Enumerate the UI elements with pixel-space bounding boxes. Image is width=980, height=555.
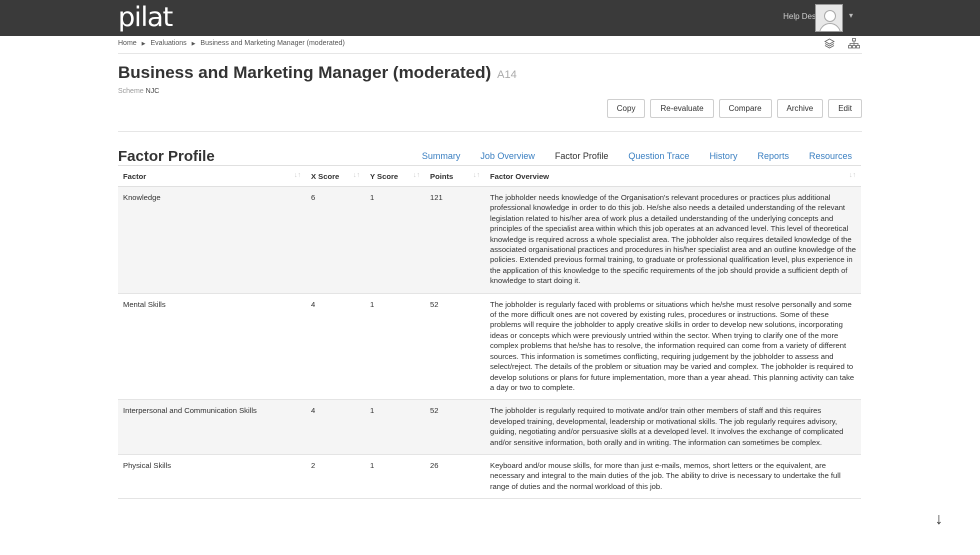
scheme-line: Scheme NJC bbox=[118, 88, 159, 95]
breadcrumb-evaluations[interactable]: Evaluations bbox=[150, 40, 186, 47]
cell-points: 52 bbox=[425, 293, 485, 401]
column-header-factor-overview[interactable]: Factor Overview ↓↑ bbox=[485, 165, 861, 187]
layers-icon[interactable] bbox=[824, 38, 838, 52]
page-header: Business and Marketing Manager (moderate… bbox=[118, 54, 862, 132]
cell-overview: The jobholder is regularly faced with pr… bbox=[485, 293, 861, 401]
sort-icon[interactable]: ↓↑ bbox=[413, 172, 420, 179]
cell-points: 52 bbox=[425, 399, 485, 455]
cell-y-score: 1 bbox=[365, 186, 425, 294]
cell-points: 26 bbox=[425, 454, 485, 500]
edit-button[interactable]: Edit bbox=[828, 99, 862, 118]
table-header-row: Factor ↓↑ X Score ↓↑ Y Score ↓↑ Points ↓↑ Fa… bbox=[118, 165, 861, 187]
column-header-y-score[interactable]: Y Score ↓↑ bbox=[365, 165, 425, 187]
cell-x-score: 6 bbox=[306, 186, 365, 294]
breadcrumb-tools bbox=[814, 38, 860, 52]
breadcrumb-bar: Home ▶ Evaluations ▶ Business and Market… bbox=[118, 36, 862, 54]
breadcrumb-separator-icon: ▶ bbox=[141, 41, 146, 47]
cell-factor: Mental Skills bbox=[118, 293, 306, 401]
cell-overview: The jobholder needs knowledge of the Org… bbox=[485, 186, 861, 294]
avatar-head-shape bbox=[824, 10, 836, 22]
archive-button[interactable]: Archive bbox=[776, 99, 824, 118]
breadcrumb-separator-icon: ▶ bbox=[191, 41, 196, 47]
section-title: Factor Profile bbox=[118, 148, 215, 165]
breadcrumb-current: Business and Marketing Manager (moderate… bbox=[200, 40, 345, 47]
cell-factor: Knowledge bbox=[118, 186, 306, 294]
hierarchy-icon[interactable] bbox=[848, 38, 860, 52]
cell-x-score: 4 bbox=[306, 293, 365, 401]
factor-table: Factor ↓↑ X Score ↓↑ Y Score ↓↑ Points ↓↑ Fa… bbox=[118, 165, 861, 500]
job-code: A14 bbox=[497, 69, 517, 81]
cell-x-score: 4 bbox=[306, 399, 365, 455]
breadcrumb: Home ▶ Evaluations ▶ Business and Market… bbox=[118, 40, 348, 47]
cell-x-score: 2 bbox=[306, 454, 365, 500]
scheme-value: NJC bbox=[145, 88, 160, 95]
compare-button[interactable]: Compare bbox=[718, 99, 772, 118]
job-title: Business and Marketing Manager (moderate… bbox=[118, 63, 492, 82]
table-row: Mental Skills 4 1 52 The jobholder is re… bbox=[118, 293, 861, 401]
sort-icon[interactable]: ↓↑ bbox=[849, 172, 856, 179]
sort-icon[interactable]: ↓↑ bbox=[294, 172, 301, 179]
cell-factor: Physical Skills bbox=[118, 454, 306, 500]
action-buttons: Copy Re-evaluate Compare Archive Edit bbox=[606, 99, 862, 118]
column-header-points[interactable]: Points ↓↑ bbox=[425, 165, 485, 187]
user-menu-caret-icon[interactable]: ▾ bbox=[849, 11, 853, 20]
cell-y-score: 1 bbox=[365, 399, 425, 455]
sort-icon[interactable]: ↓↑ bbox=[473, 172, 480, 179]
breadcrumb-home[interactable]: Home bbox=[118, 40, 137, 47]
factor-table-container: Factor ↓↑ X Score ↓↑ Y Score ↓↑ Points ↓↑ Fa… bbox=[118, 165, 861, 500]
table-row: Knowledge 6 1 121 The jobholder needs kn… bbox=[118, 186, 861, 294]
pilat-logo[interactable]: pilat bbox=[118, 2, 173, 33]
page-title: Business and Marketing Manager (moderate… bbox=[118, 63, 517, 83]
table-row: Interpersonal and Communication Skills 4… bbox=[118, 399, 861, 455]
cell-points: 121 bbox=[425, 186, 485, 294]
top-bar: pilat Help Desk ▾ bbox=[0, 0, 980, 36]
copy-button[interactable]: Copy bbox=[606, 99, 646, 118]
scheme-label: Scheme bbox=[118, 88, 144, 95]
column-header-factor[interactable]: Factor ↓↑ bbox=[118, 165, 306, 187]
cell-y-score: 1 bbox=[365, 293, 425, 401]
cell-overview: Keyboard and/or mouse skills, for more t… bbox=[485, 454, 861, 500]
table-row: Physical Skills 2 1 26 Keyboard and/or m… bbox=[118, 454, 861, 500]
user-avatar[interactable] bbox=[815, 4, 843, 32]
cell-factor: Interpersonal and Communication Skills bbox=[118, 399, 306, 455]
cell-overview: The jobholder is regularly required to m… bbox=[485, 399, 861, 455]
sort-icon[interactable]: ↓↑ bbox=[353, 172, 360, 179]
cell-y-score: 1 bbox=[365, 454, 425, 500]
avatar-body-shape bbox=[819, 23, 841, 31]
scroll-down-arrow-icon[interactable]: ↓ bbox=[935, 511, 943, 529]
column-header-x-score[interactable]: X Score ↓↑ bbox=[306, 165, 365, 187]
re-evaluate-button[interactable]: Re-evaluate bbox=[650, 99, 714, 118]
